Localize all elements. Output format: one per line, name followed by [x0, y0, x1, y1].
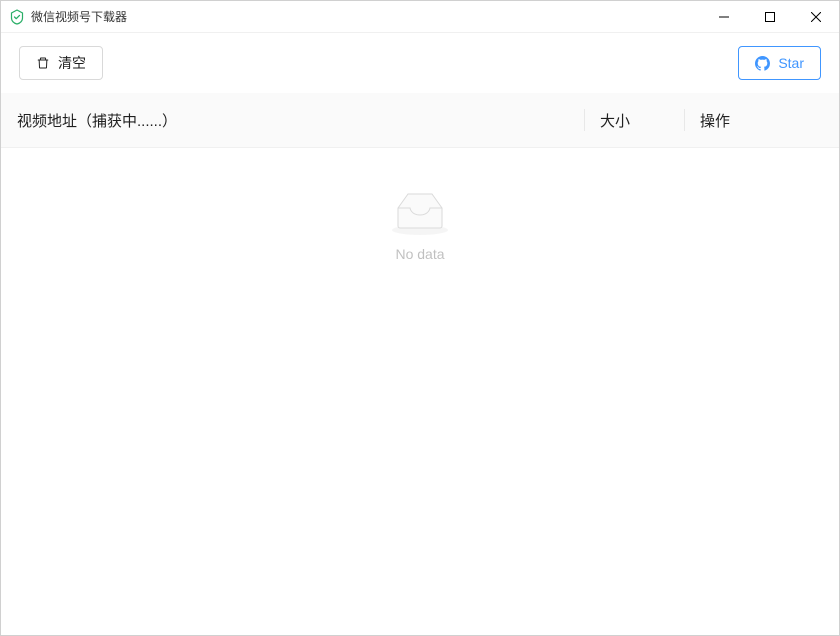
- toolbar: 清空 Star: [1, 33, 839, 93]
- app-title: 微信视频号下载器: [31, 8, 127, 25]
- empty-state: No data: [1, 148, 839, 262]
- table-header-size: 大小: [584, 110, 684, 131]
- maximize-button[interactable]: [747, 1, 793, 32]
- app-window: 微信视频号下载器 清空: [0, 0, 840, 636]
- app-icon: [9, 9, 25, 25]
- clear-button[interactable]: 清空: [19, 46, 103, 80]
- star-button[interactable]: Star: [738, 46, 821, 80]
- empty-text: No data: [395, 246, 444, 262]
- table-header: 视频地址（捕获中......） 大小 操作: [1, 93, 839, 148]
- clear-button-label: 清空: [58, 53, 86, 73]
- table-header-url: 视频地址（捕获中......）: [1, 110, 584, 131]
- empty-inbox-icon: [388, 188, 452, 236]
- clear-icon: [36, 56, 50, 70]
- github-icon: [755, 56, 770, 71]
- close-button[interactable]: [793, 1, 839, 32]
- titlebar: 微信视频号下载器: [1, 1, 839, 33]
- minimize-button[interactable]: [701, 1, 747, 32]
- table-header-action: 操作: [684, 110, 839, 131]
- window-controls: [701, 1, 839, 32]
- titlebar-left: 微信视频号下载器: [9, 8, 127, 25]
- star-button-label: Star: [778, 55, 804, 71]
